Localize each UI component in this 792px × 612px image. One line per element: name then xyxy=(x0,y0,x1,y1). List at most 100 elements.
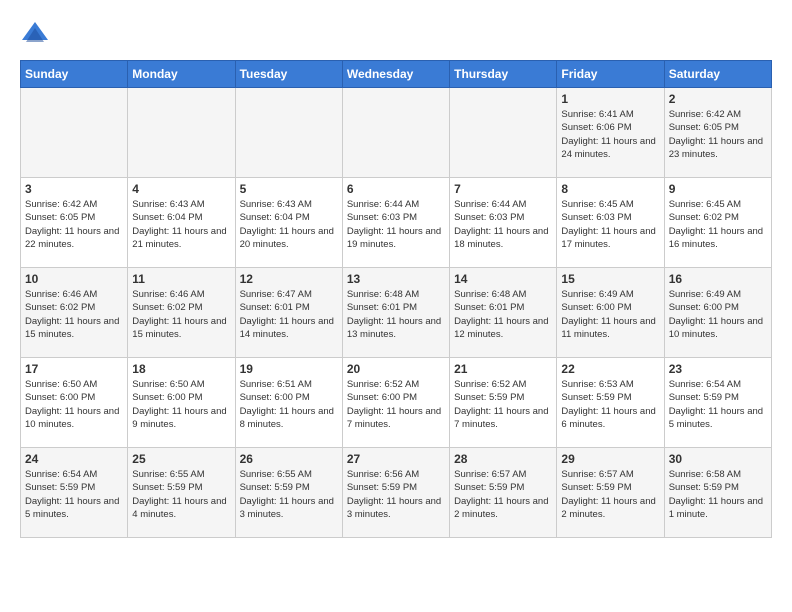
calendar-cell: 20 Sunrise: 6:52 AM Sunset: 6:00 PM Dayli… xyxy=(342,358,449,448)
day-info: Sunrise: 6:57 AM Sunset: 5:59 PM Dayligh… xyxy=(561,468,659,521)
calendar-cell: 28 Sunrise: 6:57 AM Sunset: 5:59 PM Dayli… xyxy=(450,448,557,538)
calendar-cell: 27 Sunrise: 6:56 AM Sunset: 5:59 PM Dayli… xyxy=(342,448,449,538)
day-info: Sunrise: 6:50 AM Sunset: 6:00 PM Dayligh… xyxy=(25,378,123,431)
calendar-cell: 2 Sunrise: 6:42 AM Sunset: 6:05 PM Daylig… xyxy=(664,88,771,178)
header xyxy=(20,20,772,50)
calendar-cell: 19 Sunrise: 6:51 AM Sunset: 6:00 PM Dayli… xyxy=(235,358,342,448)
day-number: 21 xyxy=(454,362,552,376)
day-number: 2 xyxy=(669,92,767,106)
calendar-week-2: 3Sunrise: 6:42 AM Sunset: 6:05 PM Daylig… xyxy=(21,178,772,268)
day-number: 6 xyxy=(347,182,445,196)
calendar-cell: 8 Sunrise: 6:45 AM Sunset: 6:03 PM Daylig… xyxy=(557,178,664,268)
day-info: Sunrise: 6:44 AM Sunset: 6:03 PM Dayligh… xyxy=(347,198,445,251)
day-info: Sunrise: 6:42 AM Sunset: 6:05 PM Dayligh… xyxy=(669,108,767,161)
calendar-cell: 30Sunrise: 6:58 AM Sunset: 5:59 PM Dayli… xyxy=(664,448,771,538)
day-info: Sunrise: 6:51 AM Sunset: 6:00 PM Dayligh… xyxy=(240,378,338,431)
day-info: Sunrise: 6:44 AM Sunset: 6:03 PM Dayligh… xyxy=(454,198,552,251)
day-info: Sunrise: 6:43 AM Sunset: 6:04 PM Dayligh… xyxy=(240,198,338,251)
day-info: Sunrise: 6:41 AM Sunset: 6:06 PM Dayligh… xyxy=(561,108,659,161)
calendar-cell: 14 Sunrise: 6:48 AM Sunset: 6:01 PM Dayli… xyxy=(450,268,557,358)
day-info: Sunrise: 6:55 AM Sunset: 5:59 PM Dayligh… xyxy=(240,468,338,521)
day-info: Sunrise: 6:46 AM Sunset: 6:02 PM Dayligh… xyxy=(25,288,123,341)
header-wednesday: Wednesday xyxy=(342,61,449,88)
calendar-cell: 29 Sunrise: 6:57 AM Sunset: 5:59 PM Dayli… xyxy=(557,448,664,538)
day-number: 4 xyxy=(132,182,230,196)
header-monday: Monday xyxy=(128,61,235,88)
day-info: Sunrise: 6:45 AM Sunset: 6:03 PM Dayligh… xyxy=(561,198,659,251)
header-thursday: Thursday xyxy=(450,61,557,88)
calendar-week-5: 24 Sunrise: 6:54 AM Sunset: 5:59 PM Dayli… xyxy=(21,448,772,538)
calendar-cell: 11 Sunrise: 6:46 AM Sunset: 6:02 PM Dayli… xyxy=(128,268,235,358)
logo xyxy=(20,20,54,50)
day-info: Sunrise: 6:47 AM Sunset: 6:01 PM Dayligh… xyxy=(240,288,338,341)
day-number: 19 xyxy=(240,362,338,376)
day-info: Sunrise: 6:50 AM Sunset: 6:00 PM Dayligh… xyxy=(132,378,230,431)
day-number: 9 xyxy=(669,182,767,196)
calendar-cell xyxy=(342,88,449,178)
calendar-cell: 18 Sunrise: 6:50 AM Sunset: 6:00 PM Dayli… xyxy=(128,358,235,448)
day-number: 7 xyxy=(454,182,552,196)
day-number: 8 xyxy=(561,182,659,196)
header-saturday: Saturday xyxy=(664,61,771,88)
day-number: 16 xyxy=(669,272,767,286)
calendar-week-1: 1 Sunrise: 6:41 AM Sunset: 6:06 PM Daylig… xyxy=(21,88,772,178)
day-number: 30 xyxy=(669,452,767,466)
day-number: 5 xyxy=(240,182,338,196)
day-info: Sunrise: 6:56 AM Sunset: 5:59 PM Dayligh… xyxy=(347,468,445,521)
calendar-cell: 7 Sunrise: 6:44 AM Sunset: 6:03 PM Daylig… xyxy=(450,178,557,268)
calendar-cell: 13Sunrise: 6:48 AM Sunset: 6:01 PM Dayli… xyxy=(342,268,449,358)
calendar-cell: 15 Sunrise: 6:49 AM Sunset: 6:00 PM Dayli… xyxy=(557,268,664,358)
day-info: Sunrise: 6:49 AM Sunset: 6:00 PM Dayligh… xyxy=(669,288,767,341)
calendar-cell: 1 Sunrise: 6:41 AM Sunset: 6:06 PM Daylig… xyxy=(557,88,664,178)
day-info: Sunrise: 6:46 AM Sunset: 6:02 PM Dayligh… xyxy=(132,288,230,341)
calendar-cell: 12 Sunrise: 6:47 AM Sunset: 6:01 PM Dayli… xyxy=(235,268,342,358)
calendar-cell: 5 Sunrise: 6:43 AM Sunset: 6:04 PM Daylig… xyxy=(235,178,342,268)
day-info: Sunrise: 6:48 AM Sunset: 6:01 PM Dayligh… xyxy=(454,288,552,341)
day-info: Sunrise: 6:52 AM Sunset: 6:00 PM Dayligh… xyxy=(347,378,445,431)
day-number: 26 xyxy=(240,452,338,466)
calendar-week-3: 10Sunrise: 6:46 AM Sunset: 6:02 PM Dayli… xyxy=(21,268,772,358)
day-number: 17 xyxy=(25,362,123,376)
logo-icon xyxy=(20,20,50,50)
header-friday: Friday xyxy=(557,61,664,88)
calendar-week-4: 17 Sunrise: 6:50 AM Sunset: 6:00 PM Dayli… xyxy=(21,358,772,448)
calendar-table: SundayMondayTuesdayWednesdayThursdayFrid… xyxy=(20,60,772,538)
day-info: Sunrise: 6:57 AM Sunset: 5:59 PM Dayligh… xyxy=(454,468,552,521)
calendar-cell: 10Sunrise: 6:46 AM Sunset: 6:02 PM Dayli… xyxy=(21,268,128,358)
header-tuesday: Tuesday xyxy=(235,61,342,88)
day-number: 11 xyxy=(132,272,230,286)
calendar-cell xyxy=(21,88,128,178)
calendar-cell: 9 Sunrise: 6:45 AM Sunset: 6:02 PM Daylig… xyxy=(664,178,771,268)
day-number: 27 xyxy=(347,452,445,466)
calendar-cell: 25 Sunrise: 6:55 AM Sunset: 5:59 PM Dayli… xyxy=(128,448,235,538)
day-number: 23 xyxy=(669,362,767,376)
day-info: Sunrise: 6:54 AM Sunset: 5:59 PM Dayligh… xyxy=(669,378,767,431)
calendar-header-row: SundayMondayTuesdayWednesdayThursdayFrid… xyxy=(21,61,772,88)
header-sunday: Sunday xyxy=(21,61,128,88)
day-number: 12 xyxy=(240,272,338,286)
day-number: 3 xyxy=(25,182,123,196)
calendar-cell xyxy=(235,88,342,178)
day-number: 14 xyxy=(454,272,552,286)
day-number: 18 xyxy=(132,362,230,376)
calendar-cell: 6 Sunrise: 6:44 AM Sunset: 6:03 PM Daylig… xyxy=(342,178,449,268)
day-info: Sunrise: 6:49 AM Sunset: 6:00 PM Dayligh… xyxy=(561,288,659,341)
calendar-cell: 23 Sunrise: 6:54 AM Sunset: 5:59 PM Dayli… xyxy=(664,358,771,448)
day-info: Sunrise: 6:54 AM Sunset: 5:59 PM Dayligh… xyxy=(25,468,123,521)
day-info: Sunrise: 6:45 AM Sunset: 6:02 PM Dayligh… xyxy=(669,198,767,251)
day-number: 15 xyxy=(561,272,659,286)
day-number: 25 xyxy=(132,452,230,466)
calendar-cell: 4 Sunrise: 6:43 AM Sunset: 6:04 PM Daylig… xyxy=(128,178,235,268)
day-info: Sunrise: 6:53 AM Sunset: 5:59 PM Dayligh… xyxy=(561,378,659,431)
day-info: Sunrise: 6:55 AM Sunset: 5:59 PM Dayligh… xyxy=(132,468,230,521)
calendar-cell: 21Sunrise: 6:52 AM Sunset: 5:59 PM Dayli… xyxy=(450,358,557,448)
day-info: Sunrise: 6:43 AM Sunset: 6:04 PM Dayligh… xyxy=(132,198,230,251)
calendar-cell: 26 Sunrise: 6:55 AM Sunset: 5:59 PM Dayli… xyxy=(235,448,342,538)
calendar-cell xyxy=(128,88,235,178)
day-number: 13 xyxy=(347,272,445,286)
day-number: 29 xyxy=(561,452,659,466)
day-number: 24 xyxy=(25,452,123,466)
day-number: 28 xyxy=(454,452,552,466)
day-number: 20 xyxy=(347,362,445,376)
day-number: 1 xyxy=(561,92,659,106)
